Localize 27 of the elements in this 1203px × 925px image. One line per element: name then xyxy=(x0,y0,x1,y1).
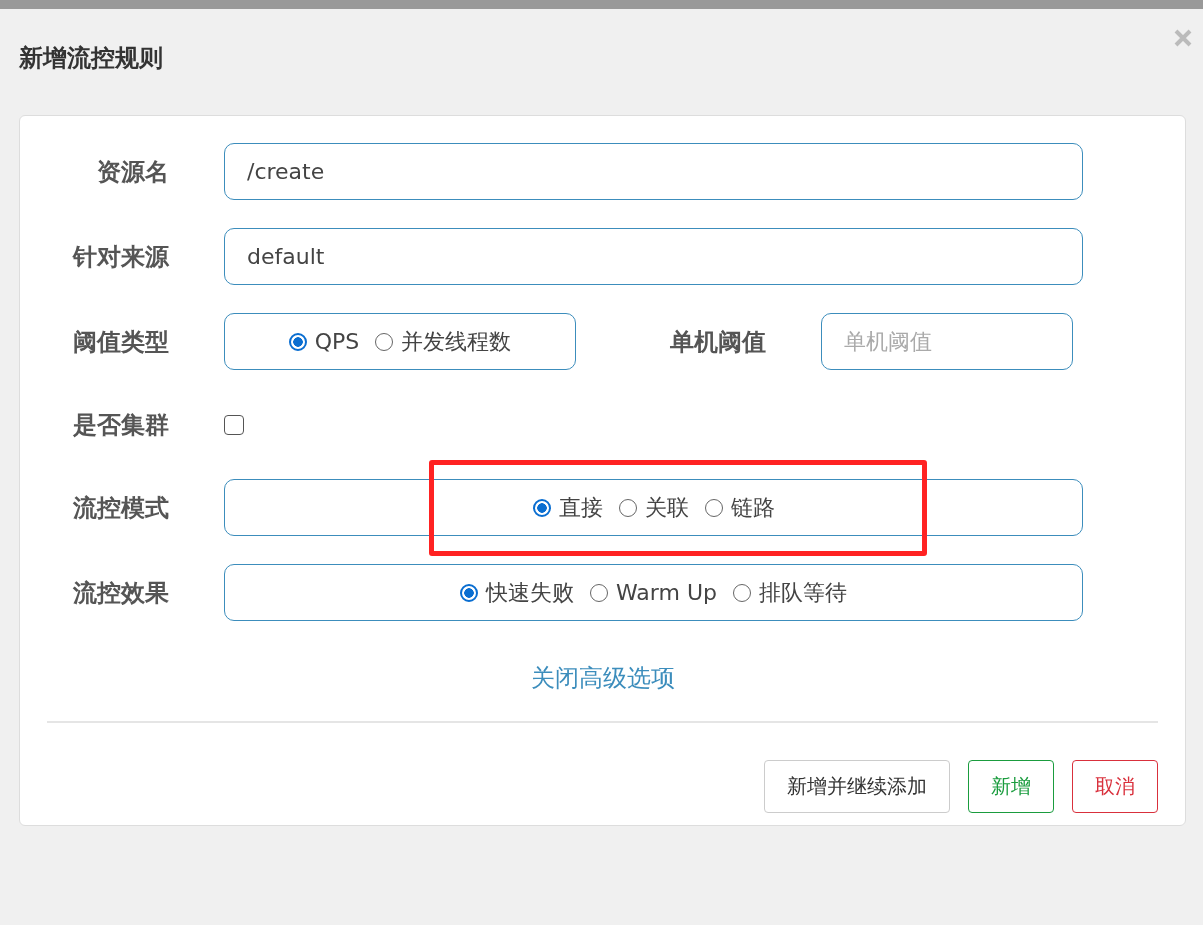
field-label: 资源名 xyxy=(96,156,169,188)
radio-option[interactable]: 快速失败 xyxy=(460,577,574,608)
field-label: 是否集群 xyxy=(72,409,169,441)
radio-option[interactable]: 排队等待 xyxy=(733,577,847,608)
dialog-button[interactable]: 取消 xyxy=(1072,760,1158,813)
advanced-options-link[interactable]: 关闭高级选项 xyxy=(530,664,675,692)
threshold-field[interactable]: 单机阈值 xyxy=(821,313,1073,370)
dialog-title: 新增流控规则 xyxy=(19,43,163,74)
radio-icon[interactable] xyxy=(460,583,478,602)
field-label: 单机阈值 xyxy=(670,326,766,358)
radio-option[interactable]: 关联 xyxy=(618,492,689,523)
dialog-button[interactable]: 新增并继续添加 xyxy=(764,760,950,813)
field-label: 流控效果 xyxy=(72,577,169,609)
field-label: 阈值类型 xyxy=(72,326,169,358)
radio-option[interactable]: 直接 xyxy=(532,492,603,523)
field-label: 流控模式 xyxy=(72,492,169,524)
resource-name-field[interactable]: /create xyxy=(224,143,1083,200)
radio-option[interactable]: Warm Up xyxy=(590,580,717,605)
cluster-checkbox[interactable] xyxy=(224,414,244,435)
field-label: 针对来源 xyxy=(71,241,169,273)
radio-option[interactable]: QPS xyxy=(288,329,360,354)
dialog-button[interactable]: 新增 xyxy=(968,760,1054,813)
radio-option[interactable]: 并发线程数 xyxy=(375,326,512,357)
radio-icon[interactable] xyxy=(288,332,307,351)
origin-field[interactable]: default xyxy=(224,228,1083,285)
radio-option[interactable]: 链路 xyxy=(704,492,775,523)
radio-icon[interactable] xyxy=(532,498,551,517)
